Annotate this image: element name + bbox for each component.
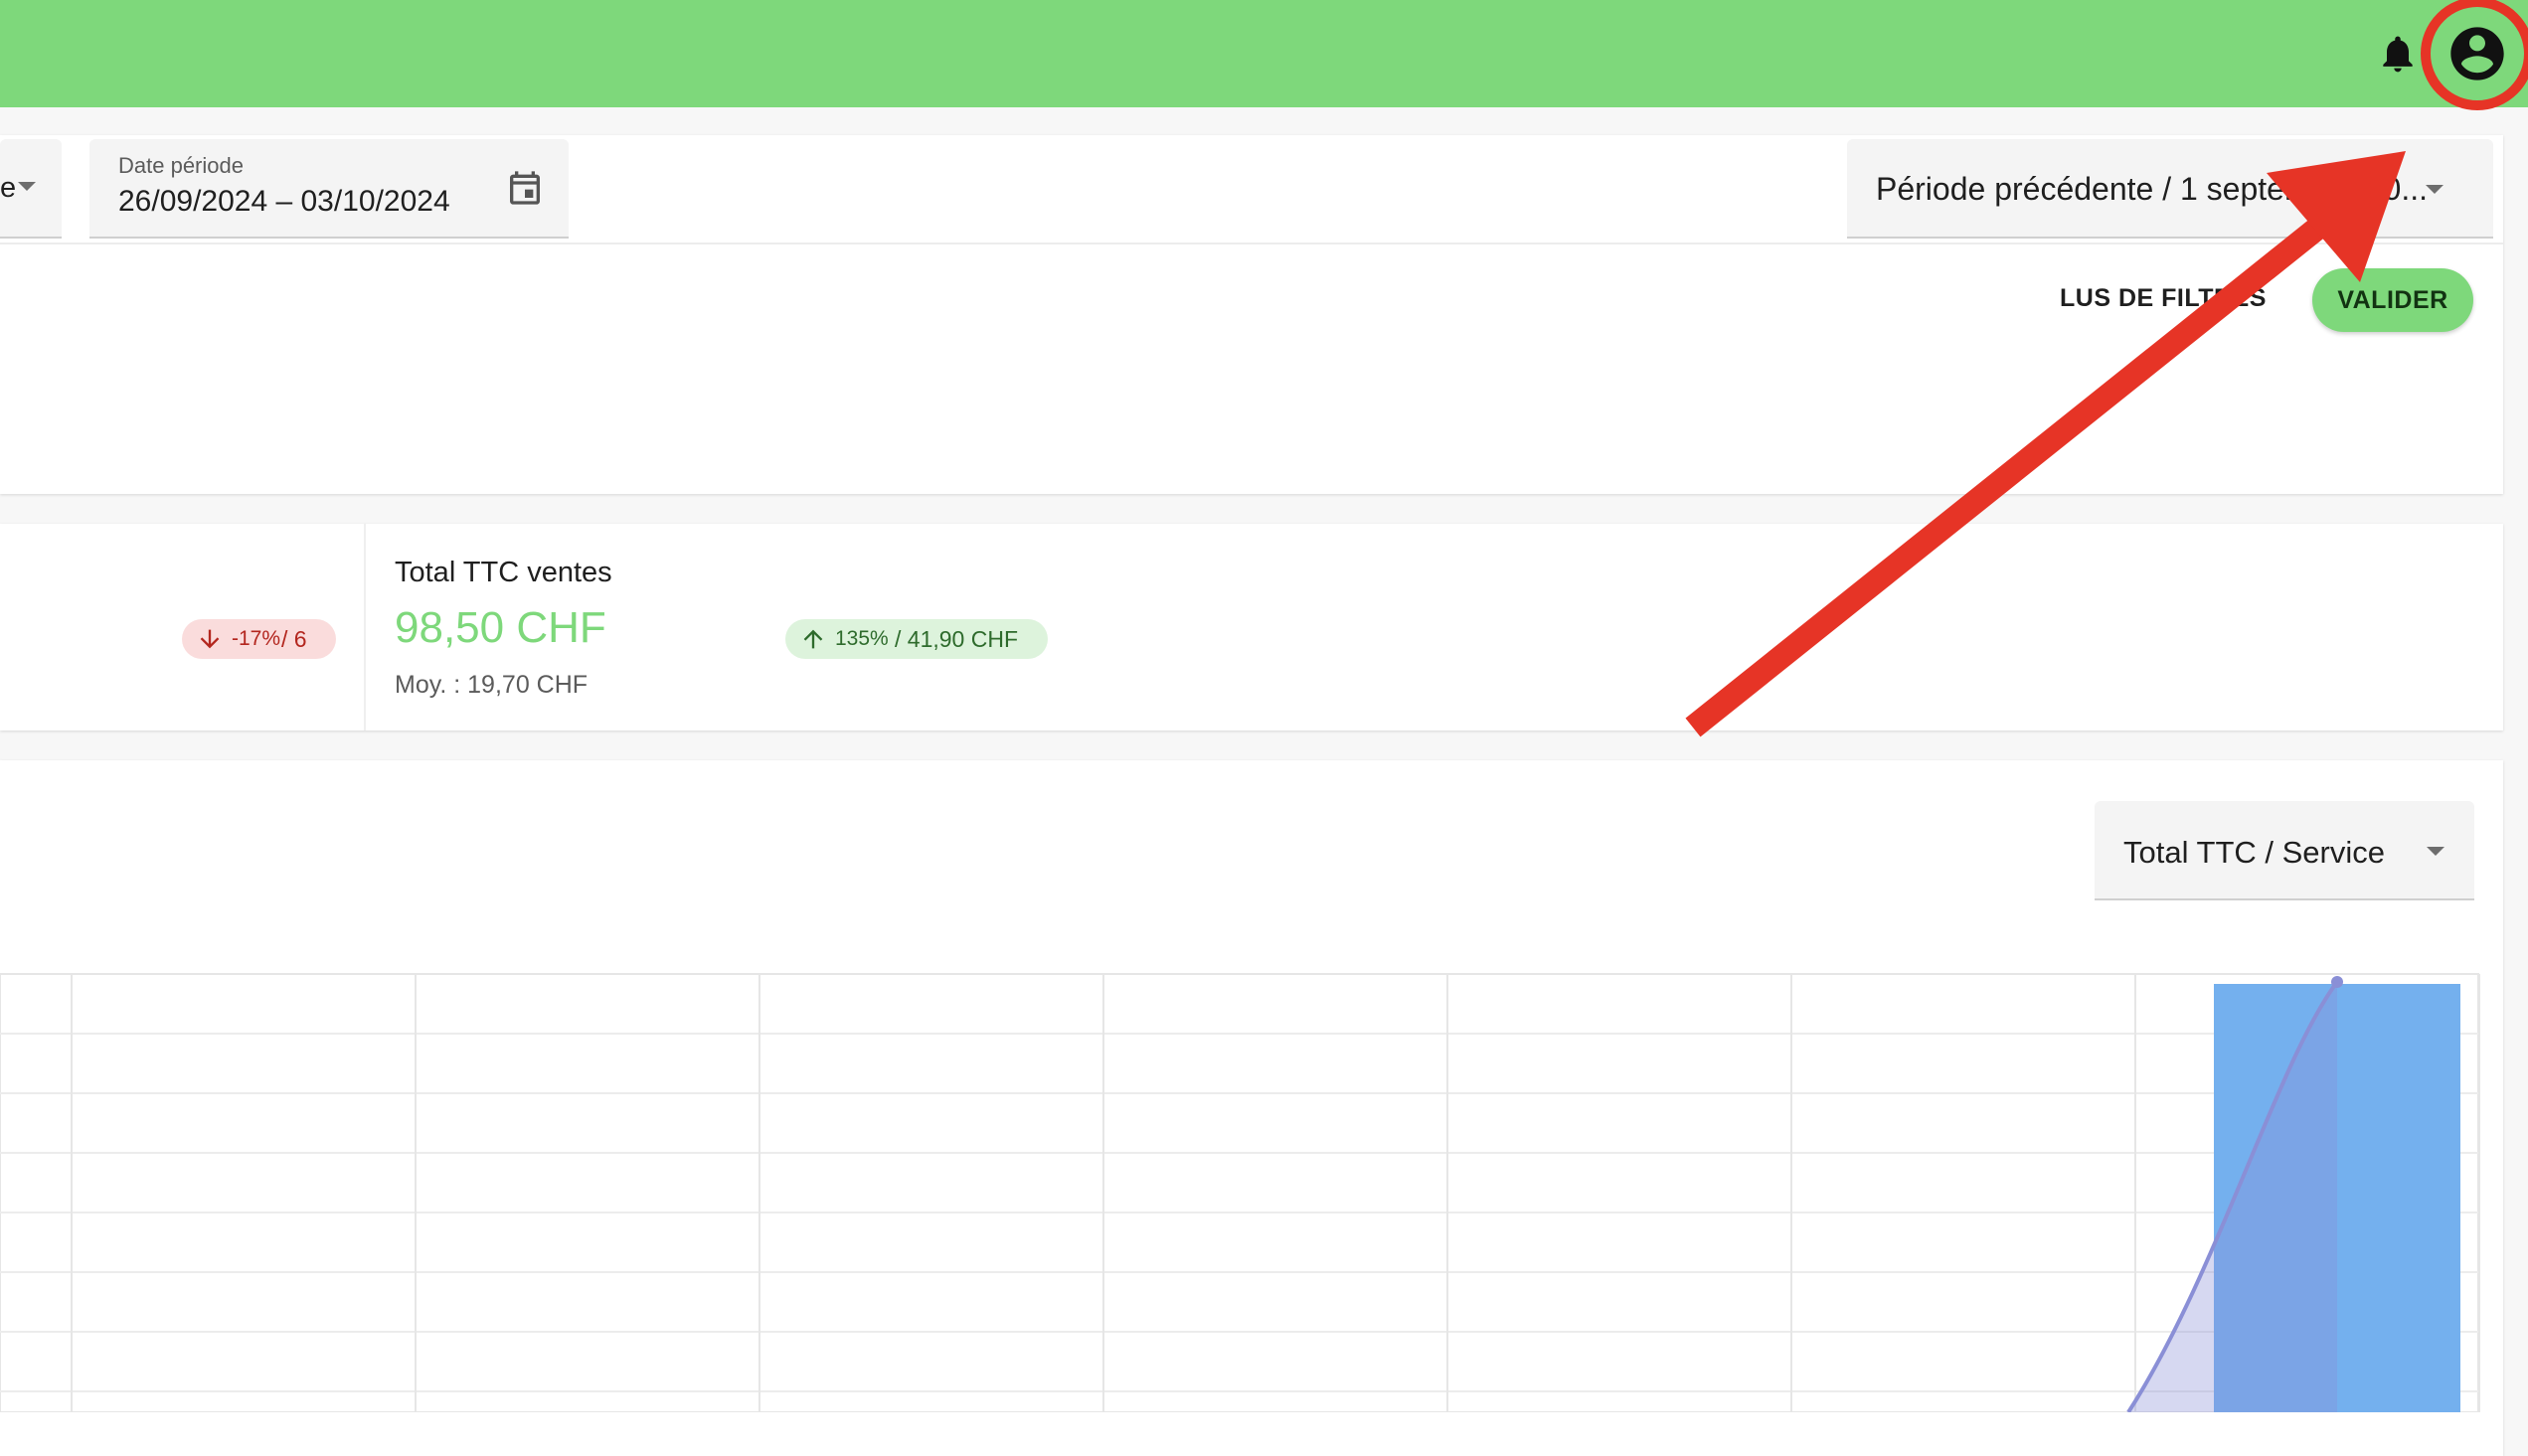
badge-reference: / 41,90 CHF xyxy=(895,626,1018,652)
account-circle-icon[interactable] xyxy=(2445,22,2509,85)
chart-plot-border xyxy=(0,973,2479,1412)
comparison-period-value: Période précédente / 1 septembre 20... xyxy=(1876,171,2429,207)
comparison-period-select[interactable]: Période précédente / 1 septembre 20... xyxy=(1847,139,2493,239)
bell-icon[interactable] xyxy=(2376,30,2420,78)
kpi-average: Moy. : 19,70 CHF xyxy=(395,671,589,699)
top-app-bar xyxy=(0,0,2528,107)
kpi-separator xyxy=(364,524,366,730)
more-filters-button[interactable]: LUS DE FILTRES xyxy=(2060,284,2267,313)
store-select-value: e xyxy=(0,172,17,204)
validate-button[interactable]: VALIDER xyxy=(2312,268,2473,332)
date-period-label: Date période xyxy=(118,153,244,178)
kpi-title: Total TTC ventes xyxy=(395,557,612,588)
kpi-value: 98,50 CHF xyxy=(395,603,606,652)
chart-metric-value: Total TTC / Service xyxy=(2123,835,2386,870)
badge-percent: 135% xyxy=(835,627,889,650)
store-select[interactable]: e xyxy=(0,139,62,239)
badge-reference: / 6 xyxy=(281,626,307,652)
status-badge: -17% / 6 xyxy=(182,619,336,659)
date-period-value: 26/09/2024 – 03/10/2024 xyxy=(118,185,450,218)
sales-chart xyxy=(0,973,2480,1412)
badge-percent: -17% xyxy=(232,627,281,650)
chevron-down-icon xyxy=(18,182,36,191)
chevron-down-icon xyxy=(2427,847,2444,856)
calendar-icon[interactable] xyxy=(505,167,545,209)
kpi-card: -17% / 6 Total TTC ventes 98,50 CHF Moy.… xyxy=(0,524,2503,730)
arrow-up-icon xyxy=(803,629,823,649)
chart-point xyxy=(2331,976,2343,988)
card-divider xyxy=(0,243,2503,244)
arrow-down-icon xyxy=(200,629,220,649)
status-badge: 135% / 41,90 CHF xyxy=(785,619,1048,659)
chart-grid xyxy=(0,973,2480,1412)
chart-marks xyxy=(2126,976,2460,1412)
chart-metric-select[interactable]: Total TTC / Service xyxy=(2095,801,2474,900)
date-period-field[interactable]: Date période 26/09/2024 – 03/10/2024 xyxy=(89,139,569,239)
chevron-down-icon xyxy=(2426,185,2444,194)
